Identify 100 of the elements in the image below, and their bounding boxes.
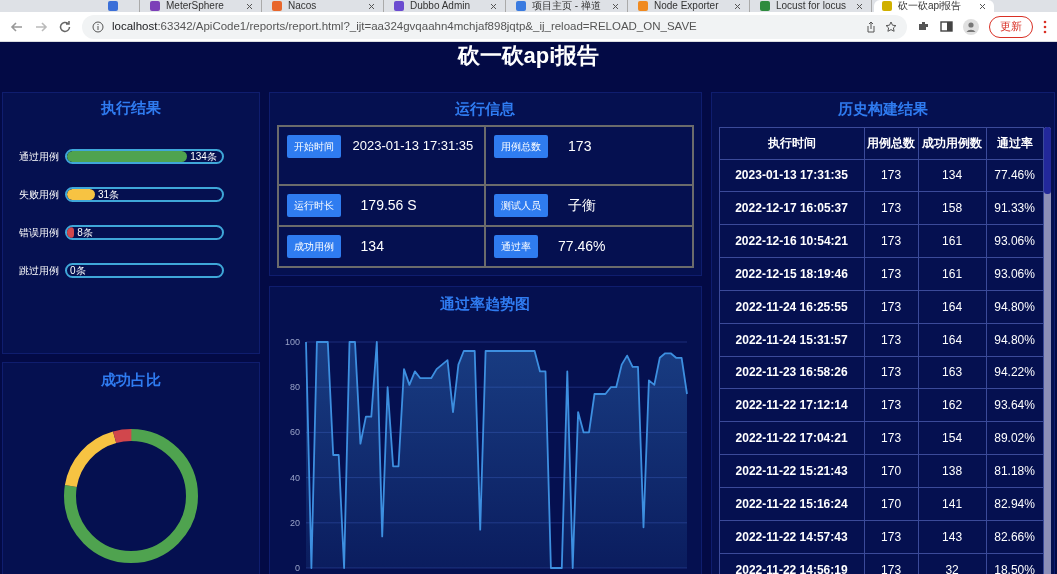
- close-icon[interactable]: [368, 2, 375, 10]
- column-header: 成功用例数: [918, 127, 987, 159]
- back-icon[interactable]: [10, 19, 24, 34]
- axis-label: 0: [294, 562, 300, 573]
- table-cell: 134: [918, 159, 987, 192]
- tab-title: 项目主页 - 禅道: [532, 0, 602, 12]
- table-cell: 161: [918, 224, 987, 258]
- share-icon[interactable]: [865, 20, 877, 33]
- panel-title: 通过率趋势图: [439, 294, 532, 314]
- tab-icon: [108, 1, 118, 11]
- close-icon[interactable]: [612, 2, 619, 10]
- reload-icon[interactable]: [58, 19, 72, 34]
- panel-title: 运行信息: [454, 99, 517, 119]
- table-cell: 2022-11-24 15:31:57: [719, 323, 865, 357]
- table-cell: 173: [864, 191, 919, 225]
- puzzle-icon[interactable]: [917, 20, 930, 33]
- table-cell: 2022-12-17 16:05:37: [719, 191, 865, 225]
- axis-label: 60: [289, 426, 300, 437]
- close-icon[interactable]: [490, 2, 497, 10]
- table-cell: 158: [918, 191, 987, 225]
- column-header: 用例总数: [864, 127, 919, 159]
- axis-label: 80: [289, 381, 300, 392]
- table-cell: 2022-11-23 16:58:26: [719, 356, 865, 389]
- panel-title: 历史构建结果: [836, 99, 929, 119]
- table-cell: 93.06%: [986, 257, 1044, 291]
- table-cell: 2022-11-22 14:57:43: [719, 520, 865, 554]
- close-icon[interactable]: [246, 2, 253, 10]
- browser-tab[interactable]: 砍一砍api报告: [874, 0, 994, 12]
- info-value: 134: [360, 236, 384, 256]
- table-cell: 173: [864, 224, 919, 258]
- scrollbar[interactable]: [1043, 126, 1051, 574]
- table-cell: 2022-11-22 17:04:21: [719, 421, 865, 455]
- tab-title: MeterSphere: [166, 0, 225, 12]
- tab-icon: [516, 1, 526, 11]
- table-cell: 173: [864, 388, 919, 422]
- table-cell: 94.80%: [986, 323, 1044, 357]
- table-cell: 94.80%: [986, 290, 1044, 324]
- info-label: 通过率: [494, 234, 539, 258]
- table-cell: 173: [864, 257, 919, 291]
- tab-icon: [882, 1, 892, 11]
- table-cell: 161: [918, 257, 987, 291]
- table-cell: 81.18%: [986, 454, 1044, 488]
- bar-label: 失败用例: [19, 188, 60, 202]
- page-title: 砍一砍api报告: [457, 44, 600, 68]
- tab-title: Dubbo Admin: [410, 0, 472, 12]
- table-cell: 173: [864, 356, 919, 389]
- table-cell: 164: [918, 323, 987, 357]
- menu-icon[interactable]: [1043, 19, 1047, 34]
- table-cell: 77.46%: [986, 159, 1044, 192]
- close-icon[interactable]: [856, 2, 863, 10]
- scrollbar-thumb[interactable]: [1043, 126, 1051, 194]
- table-cell: 93.64%: [986, 388, 1044, 422]
- profile-icon[interactable]: [963, 18, 979, 35]
- panel-title: 执行结果: [99, 98, 162, 118]
- table-cell: 2022-12-15 18:19:46: [719, 257, 865, 291]
- info-value: 179.56 S: [360, 195, 417, 215]
- info-label: 开始时间: [286, 134, 341, 158]
- table-cell: 2022-11-22 15:16:24: [719, 487, 865, 521]
- info-label: 运行时长: [286, 193, 341, 217]
- table-cell: 82.66%: [986, 520, 1044, 554]
- table-cell: 164: [918, 290, 987, 324]
- table-cell: 141: [918, 487, 987, 521]
- table-cell: 170: [864, 454, 919, 488]
- table-cell: 91.33%: [986, 191, 1044, 225]
- info-value: 77.46%: [558, 236, 606, 256]
- table-cell: 173: [864, 421, 919, 455]
- tab-title: Locust for locus: [776, 0, 848, 12]
- table-cell: 173: [864, 323, 919, 357]
- table-cell: 93.06%: [986, 224, 1044, 258]
- table-cell: 94.22%: [986, 356, 1044, 389]
- info-value: 173: [568, 136, 592, 156]
- tab-icon: [150, 1, 160, 11]
- close-icon[interactable]: [979, 2, 986, 10]
- table-cell: 2022-11-22 15:21:43: [719, 454, 865, 488]
- bar-label: 错误用例: [19, 226, 60, 240]
- table-cell: 173: [864, 290, 919, 324]
- table-cell: 89.02%: [986, 421, 1044, 455]
- bar-label: 通过用例: [19, 150, 60, 164]
- star-icon[interactable]: [885, 20, 897, 33]
- bar-count: 31条: [97, 189, 119, 200]
- address-bar[interactable]: localhost:63342/ApiCode1/reports/report.html?_ijt=aa324gvqaahn4mchjaf898jqtp&_ij_reload=RELOAD_ON_SAVE: [82, 14, 907, 39]
- bar-label: 跳过用例: [19, 264, 60, 278]
- info-label: 成功用例: [286, 234, 341, 258]
- bar-count: 134条: [190, 151, 217, 162]
- info-value: 子衡: [568, 195, 597, 215]
- table-cell: 2023-01-13 17:31:35: [719, 159, 865, 192]
- sidebar-icon[interactable]: [940, 20, 953, 33]
- tab-icon: [760, 1, 770, 11]
- info-icon[interactable]: [92, 20, 104, 33]
- table-cell: 2022-11-22 14:56:19: [719, 553, 865, 574]
- info-label: 测试人员: [494, 193, 549, 217]
- tab-title: Nacos: [288, 0, 318, 12]
- info-label: 用例总数: [494, 134, 549, 158]
- panel-title: 成功占比: [100, 370, 161, 390]
- axis-label: 100: [284, 336, 300, 347]
- tab-icon: [394, 1, 404, 11]
- bar-count: 0条: [70, 265, 86, 276]
- close-icon[interactable]: [734, 2, 741, 10]
- table-cell: 2022-11-22 17:12:14: [719, 388, 865, 422]
- table-cell: 173: [864, 159, 919, 192]
